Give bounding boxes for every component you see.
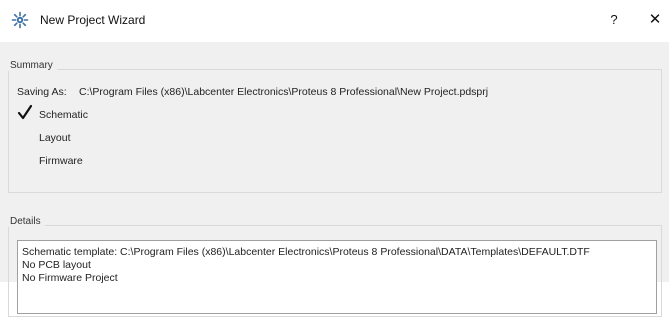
title-bar[interactable]: New Project Wizard ? ✕	[0, 0, 669, 42]
step-firmware: Firmware	[17, 153, 317, 171]
saving-as-label: Saving As:	[17, 86, 67, 98]
proteus-app-icon	[11, 11, 29, 29]
window-title: New Project Wizard	[40, 13, 146, 27]
help-button[interactable]: ?	[604, 10, 624, 30]
details-text-box[interactable]: Schematic template: C:\Program Files (x8…	[17, 240, 657, 314]
step-schematic: Schematic	[17, 104, 317, 125]
summary-group: Summary Saving As: C:\Program Files (x86…	[8, 60, 662, 193]
step-layout-label: Layout	[39, 132, 71, 144]
details-line-pcb: No PCB layout	[22, 259, 91, 271]
details-line-firmware: No Firmware Project	[22, 272, 118, 284]
details-group: Details Schematic template: C:\Program F…	[8, 216, 662, 317]
close-button[interactable]: ✕	[645, 10, 665, 30]
step-layout: Layout	[17, 130, 317, 148]
details-line-template: Schematic template: C:\Program Files (x8…	[22, 246, 590, 258]
dialog-client-area: Summary Saving As: C:\Program Files (x86…	[0, 42, 669, 317]
step-schematic-label: Schematic	[39, 109, 89, 121]
step-firmware-label: Firmware	[39, 155, 83, 167]
saving-as-path: C:\Program Files (x86)\Labcenter Electro…	[79, 86, 489, 98]
details-group-title: Details	[8, 216, 45, 227]
check-mark-icon	[17, 104, 33, 120]
summary-group-title: Summary	[8, 60, 57, 71]
